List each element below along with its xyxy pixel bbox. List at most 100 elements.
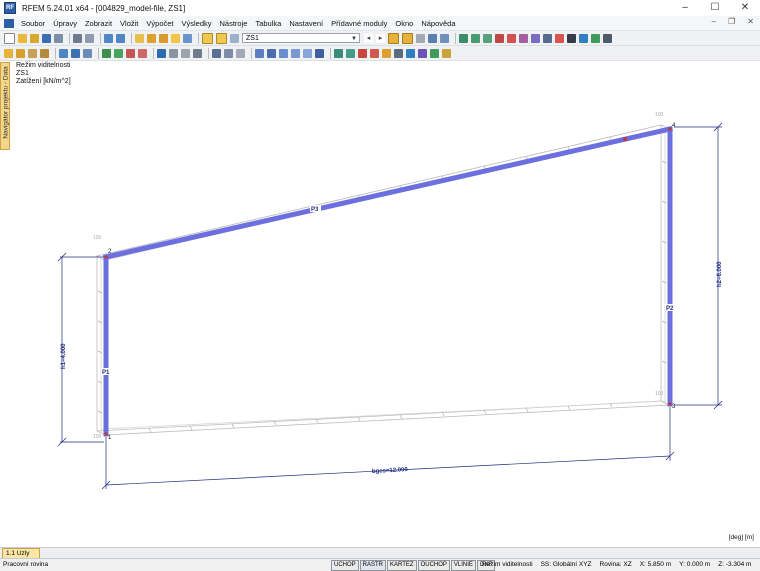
toggle-guidelines[interactable]: VLINIE — [450, 560, 476, 571]
export-icon[interactable] — [430, 48, 439, 58]
mdi-minimize-button[interactable]: – — [712, 17, 716, 26]
material-icon[interactable] — [346, 48, 355, 58]
rotate-icon[interactable] — [71, 48, 80, 58]
surface-icon[interactable] — [40, 48, 49, 58]
member-p3[interactable] — [103, 126, 673, 260]
menu-nastaveni[interactable]: Nastavení — [285, 19, 327, 28]
check-icon[interactable] — [591, 33, 600, 43]
check-model-icon[interactable] — [382, 48, 391, 58]
cross-section-icon[interactable] — [334, 48, 343, 58]
document-icon[interactable] — [4, 18, 14, 28]
snap-icon[interactable] — [169, 48, 178, 58]
redo-icon[interactable] — [116, 33, 125, 43]
view-iso-icon[interactable] — [495, 33, 504, 43]
node-5[interactable] — [623, 137, 627, 141]
table-icon[interactable] — [183, 33, 192, 43]
new-file-icon[interactable] — [4, 32, 15, 44]
line-icon[interactable] — [16, 48, 25, 58]
calculate-icon[interactable] — [135, 33, 144, 43]
values-icon[interactable] — [416, 33, 425, 43]
view-xy-icon[interactable] — [483, 33, 492, 43]
save-icon[interactable] — [42, 33, 51, 43]
mirror-icon[interactable] — [83, 48, 92, 58]
navigator-toggle-icon[interactable] — [216, 32, 227, 44]
view-right-icon[interactable] — [291, 48, 300, 58]
menu-napoveda[interactable]: Nápověda — [417, 19, 459, 28]
zoom-all-icon[interactable] — [507, 33, 516, 43]
view-back-icon[interactable] — [267, 48, 276, 58]
menu-tabulka[interactable]: Tabulka — [251, 19, 285, 28]
report-icon[interactable] — [442, 48, 451, 58]
menu-soubor[interactable]: Soubor — [17, 19, 49, 28]
visibility-icon[interactable] — [236, 48, 245, 58]
measure-icon[interactable] — [193, 48, 202, 58]
support-icon[interactable] — [102, 48, 111, 58]
view-yz-icon[interactable] — [471, 33, 480, 43]
info-icon[interactable] — [394, 48, 403, 58]
undo-icon[interactable] — [104, 33, 113, 43]
view-top-icon[interactable] — [303, 48, 312, 58]
project-navigator-tab[interactable]: Navigátor projektu - Data — [0, 62, 10, 150]
show-results-icon[interactable] — [171, 33, 180, 43]
menu-okno[interactable]: Okno — [391, 19, 417, 28]
comment-icon[interactable] — [224, 48, 233, 58]
view-options-icon[interactable] — [230, 33, 239, 43]
print-report-icon[interactable] — [85, 33, 94, 43]
mdi-restore-button[interactable]: ❐ — [728, 17, 735, 26]
node-2[interactable] — [104, 255, 108, 259]
results-icon[interactable] — [147, 33, 156, 43]
result-diagram-icon[interactable] — [358, 48, 367, 58]
hinge-icon[interactable] — [114, 48, 123, 58]
search-icon[interactable] — [159, 33, 168, 43]
maximize-button[interactable]: ☐ — [700, 0, 730, 16]
grid-icon[interactable] — [157, 48, 166, 58]
wireframe-icon[interactable] — [543, 33, 552, 43]
menu-vlozit[interactable]: Vložit — [116, 19, 142, 28]
zoom-window-icon[interactable] — [519, 33, 528, 43]
menu-nastroje[interactable]: Nástroje — [216, 19, 252, 28]
menu-pridavne-moduly[interactable]: Přídavné moduly — [327, 19, 391, 28]
member-icon[interactable] — [28, 48, 37, 58]
menu-vysledky[interactable]: Výsledky — [178, 19, 216, 28]
view-left-icon[interactable] — [279, 48, 288, 58]
section-icon[interactable] — [428, 33, 437, 43]
print-icon[interactable] — [73, 33, 82, 43]
mdi-close-button[interactable]: ✕ — [747, 17, 754, 26]
open-folder-icon[interactable] — [18, 33, 27, 43]
toggle-snap[interactable]: UCHOP — [331, 560, 359, 571]
load-icon[interactable] — [126, 48, 135, 58]
view-bottom-icon[interactable] — [315, 48, 324, 58]
select-icon[interactable] — [579, 33, 588, 43]
animation-icon[interactable] — [440, 33, 449, 43]
load-case-select[interactable]: ZS1 ▼ — [242, 33, 360, 43]
panel-icon[interactable] — [202, 32, 213, 44]
render-icon[interactable] — [531, 33, 540, 43]
result-display-icon[interactable] — [388, 32, 399, 44]
open-project-icon[interactable] — [30, 33, 39, 43]
menu-vypocet[interactable]: Výpočet — [142, 19, 177, 28]
module-icon[interactable] — [418, 48, 427, 58]
layers-icon[interactable] — [603, 33, 612, 43]
previous-load-case-icon[interactable]: ◂ — [364, 33, 373, 43]
toggle-grid[interactable]: RASTR — [359, 560, 387, 571]
move-icon[interactable] — [59, 48, 68, 58]
result-table-icon[interactable] — [370, 48, 379, 58]
close-button[interactable]: ✕ — [730, 0, 760, 16]
renumber-icon[interactable] — [406, 48, 415, 58]
view-front-icon[interactable] — [255, 48, 264, 58]
menu-zobrazit[interactable]: Zobrazit — [81, 19, 116, 28]
view-xz-icon[interactable] — [459, 33, 468, 43]
delete-icon[interactable] — [555, 33, 564, 43]
menu-upravy[interactable]: Úpravy — [49, 19, 81, 28]
deformation-icon[interactable] — [402, 32, 413, 44]
guide-icon[interactable] — [181, 48, 190, 58]
dimension-icon[interactable] — [212, 48, 221, 58]
graphics-viewport[interactable]: Režim viditelnosti ZS1 Zatížení [kN/m^2] — [10, 61, 760, 546]
node-icon[interactable] — [4, 48, 13, 58]
next-load-case-icon[interactable]: ▸ — [376, 33, 385, 43]
filter-icon[interactable] — [567, 33, 576, 43]
toggle-cartesian[interactable]: KARTEZ — [387, 560, 417, 571]
toggle-object-snap[interactable]: OUCHOP — [417, 560, 450, 571]
minimize-button[interactable]: – — [670, 0, 700, 16]
save-all-icon[interactable] — [54, 33, 63, 43]
